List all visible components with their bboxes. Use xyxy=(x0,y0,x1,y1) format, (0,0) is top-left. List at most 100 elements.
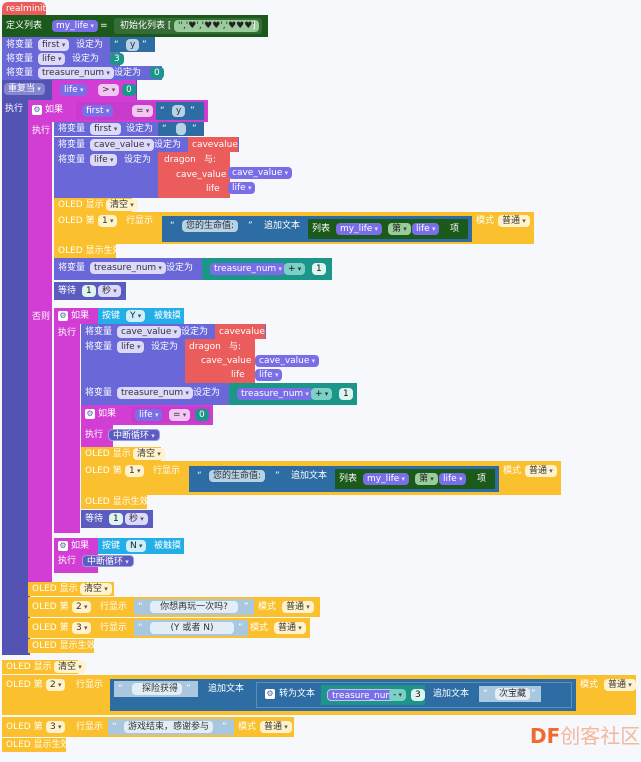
append-text-block[interactable]: “ 探险获得 ” 追加文本 ⚙ 转为文本 treasure_num - 3 追加… xyxy=(110,679,576,711)
set-cave-block[interactable]: 将变量 cave_value 设定为 cavevalue xyxy=(54,137,239,152)
list-var-dropdown[interactable]: my_life xyxy=(336,223,383,235)
string-block[interactable]: “ y ” xyxy=(110,37,155,52)
oled-clear-block[interactable]: OLED 显示 清空 xyxy=(54,198,138,212)
set-treasure-inc-block[interactable]: 将变量 treasure_num 设定为 treasure_num + 1 xyxy=(81,383,357,405)
list-var-dropdown[interactable]: my_life xyxy=(52,20,99,32)
index-mode-dropdown[interactable]: 第 xyxy=(415,473,438,485)
line-dropdown[interactable]: 3 xyxy=(46,721,66,733)
var-dropdown[interactable]: life xyxy=(228,182,256,194)
gear-icon[interactable]: ⚙ xyxy=(58,541,68,551)
string-field[interactable]: y xyxy=(172,105,186,117)
set-treasure-inc-block[interactable]: 将变量 treasure_num 设定为 treasure_num + 1 xyxy=(54,258,332,280)
line-dropdown[interactable]: 1 xyxy=(125,465,145,477)
math-block[interactable]: treasure_num + 1 xyxy=(202,258,332,280)
oled-show-block[interactable]: OLED 显示生效 xyxy=(54,244,122,258)
list-get-block[interactable]: 列表 my_life 第 life 项 xyxy=(308,219,468,239)
function-call-block[interactable]: cavevalue xyxy=(215,324,265,339)
operator-dropdown[interactable]: > xyxy=(98,84,120,96)
operator-dropdown[interactable]: = xyxy=(169,409,191,421)
repeat-mode-dropdown[interactable]: 重复当 xyxy=(4,83,45,95)
mode-dropdown[interactable]: 普通 xyxy=(282,601,314,613)
operator-dropdown[interactable]: - xyxy=(389,689,406,701)
repeat-header[interactable]: 重复当 life > 0 xyxy=(2,80,137,100)
mode-dropdown[interactable]: 普通 xyxy=(604,679,636,691)
define-list-block[interactable]: 定义列表 my_life = 初始化列表 [ '','♥','♥♥','♥♥♥'… xyxy=(2,15,268,37)
string-block[interactable]: “ (Y 或者 N) ” xyxy=(134,620,248,636)
index-mode-dropdown[interactable]: 第 xyxy=(388,223,411,235)
var-dropdown[interactable]: cave_value xyxy=(90,139,155,151)
break-loop-block[interactable]: 中断循环 xyxy=(82,555,134,567)
var-dropdown[interactable]: life xyxy=(38,53,66,65)
oled-line2-final-block[interactable]: OLED 第 2 行显示 “ 探险获得 ” 追加文本 ⚙ 转为文本 treasu… xyxy=(2,675,636,715)
var-dropdown[interactable]: first xyxy=(82,105,114,117)
oled-show-block[interactable]: OLED 显示生效 xyxy=(81,495,149,509)
oled-mode-dropdown[interactable]: 清空 xyxy=(106,199,138,211)
math-block[interactable]: treasure_num - 3 xyxy=(321,685,425,705)
line-dropdown[interactable]: 2 xyxy=(46,679,66,691)
oled-show-block[interactable]: OLED 显示生效 xyxy=(2,738,70,752)
number-field[interactable]: 0 xyxy=(122,84,136,96)
var-dropdown[interactable]: cave_value xyxy=(117,326,182,338)
init-list-block[interactable]: 初始化列表 [ '','♥','♥♥','♥♥♥' ] xyxy=(114,18,262,34)
wait-block[interactable]: 等待 1 秒 xyxy=(54,282,126,300)
string-field[interactable]: 你想再玩一次吗? xyxy=(150,601,238,613)
string-block[interactable]: “ ” xyxy=(158,122,204,136)
number-field[interactable]: 3 xyxy=(411,689,425,701)
if-life-zero-block[interactable]: ⚙ 如果 life = 0 xyxy=(81,405,213,425)
mode-dropdown[interactable]: 普通 xyxy=(260,721,292,733)
oled-line-block[interactable]: OLED 第 1 行显示 “ 您的生命值: ” 追加文本 列表 my_life … xyxy=(81,461,561,495)
oled-mode-dropdown[interactable]: 清空 xyxy=(54,661,86,673)
oled-line2-block[interactable]: OLED 第 2 行显示 “ 你想再玩一次吗? ” 模式 普通 xyxy=(28,597,320,617)
oled-line3-block[interactable]: OLED 第 3 行显示 “ (Y 或者 N) ” 模式 普通 xyxy=(28,618,310,638)
key-dropdown[interactable]: Y xyxy=(126,310,146,322)
set-first-empty-block[interactable]: 将变量 first 设定为 “ ” xyxy=(54,122,204,136)
line-dropdown[interactable]: 3 xyxy=(72,622,92,634)
mode-dropdown[interactable]: 普通 xyxy=(525,465,557,477)
var-dropdown[interactable]: treasure_num xyxy=(237,388,313,400)
if-button-y-block[interactable] xyxy=(54,308,80,533)
var-dropdown[interactable]: cave_value xyxy=(228,167,293,179)
compare-block[interactable]: life = 0 xyxy=(131,407,211,423)
compare-block[interactable]: life > 0 xyxy=(52,80,136,100)
oled-clear-block[interactable]: OLED 显示 清空 xyxy=(28,582,114,596)
string-field[interactable] xyxy=(176,123,186,135)
dragon-call-block[interactable]: dragon 与: cave_value life xyxy=(158,152,230,198)
string-field[interactable]: 探险获得 xyxy=(132,683,182,695)
set-first-block[interactable]: 将变量 first 设定为 “ y ” xyxy=(2,37,155,52)
repeat-while-block[interactable] xyxy=(2,80,30,655)
operator-dropdown[interactable]: = xyxy=(132,105,154,117)
oled-clear-block[interactable]: OLED 显示 清空 xyxy=(2,660,86,674)
gear-icon[interactable]: ⚙ xyxy=(265,689,275,699)
line-dropdown[interactable]: 1 xyxy=(98,215,118,227)
var-dropdown[interactable]: treasure_num xyxy=(210,263,286,275)
number-field[interactable]: 1 xyxy=(339,388,353,400)
string-block[interactable]: “ 你想再玩一次吗? ” xyxy=(134,599,254,615)
oled-mode-dropdown[interactable]: 清空 xyxy=(133,448,165,460)
var-dropdown[interactable]: life xyxy=(135,409,163,421)
string-block[interactable]: “ 游戏结束，感谢参与 ” xyxy=(108,719,234,735)
string-field[interactable]: 次宝藏 xyxy=(495,688,531,700)
set-treasure-block[interactable]: 将变量 treasure_num 设定为 0 xyxy=(2,66,164,80)
unit-dropdown[interactable]: 秒 xyxy=(125,513,148,525)
number-field[interactable]: 1 xyxy=(312,263,326,275)
string-block[interactable]: “ y ” xyxy=(156,102,204,120)
gear-icon[interactable]: ⚙ xyxy=(85,409,95,419)
var-dropdown[interactable]: life xyxy=(255,369,283,381)
var-dropdown[interactable]: treasure_num xyxy=(38,67,114,79)
var-dropdown[interactable]: life xyxy=(439,473,467,485)
button-touched-block[interactable]: 按键 N 被触摸 xyxy=(98,538,184,554)
if-else-block[interactable] xyxy=(28,100,52,582)
string-field[interactable]: 您的生命值: xyxy=(182,220,239,232)
number-field[interactable]: 3 xyxy=(110,53,124,65)
gear-icon[interactable]: ⚙ xyxy=(32,105,42,115)
var-dropdown[interactable]: treasure_num xyxy=(90,262,166,274)
set-life-dragon-block[interactable]: 将变量 life 设定为 xyxy=(54,152,159,198)
string-block[interactable]: “ 探险获得 ” xyxy=(114,681,198,697)
append-text-block[interactable]: “ 您的生命值: ” 追加文本 列表 my_life 第 life 项 xyxy=(162,216,472,242)
line-dropdown[interactable]: 2 xyxy=(72,601,92,613)
list-get-block[interactable]: 列表 my_life 第 life 项 xyxy=(335,469,495,489)
oled-clear-block[interactable]: OLED 显示 清空 xyxy=(81,447,165,461)
operator-dropdown[interactable]: + xyxy=(284,263,306,275)
var-dropdown[interactable]: life xyxy=(90,154,118,166)
operator-dropdown[interactable]: + xyxy=(311,388,333,400)
